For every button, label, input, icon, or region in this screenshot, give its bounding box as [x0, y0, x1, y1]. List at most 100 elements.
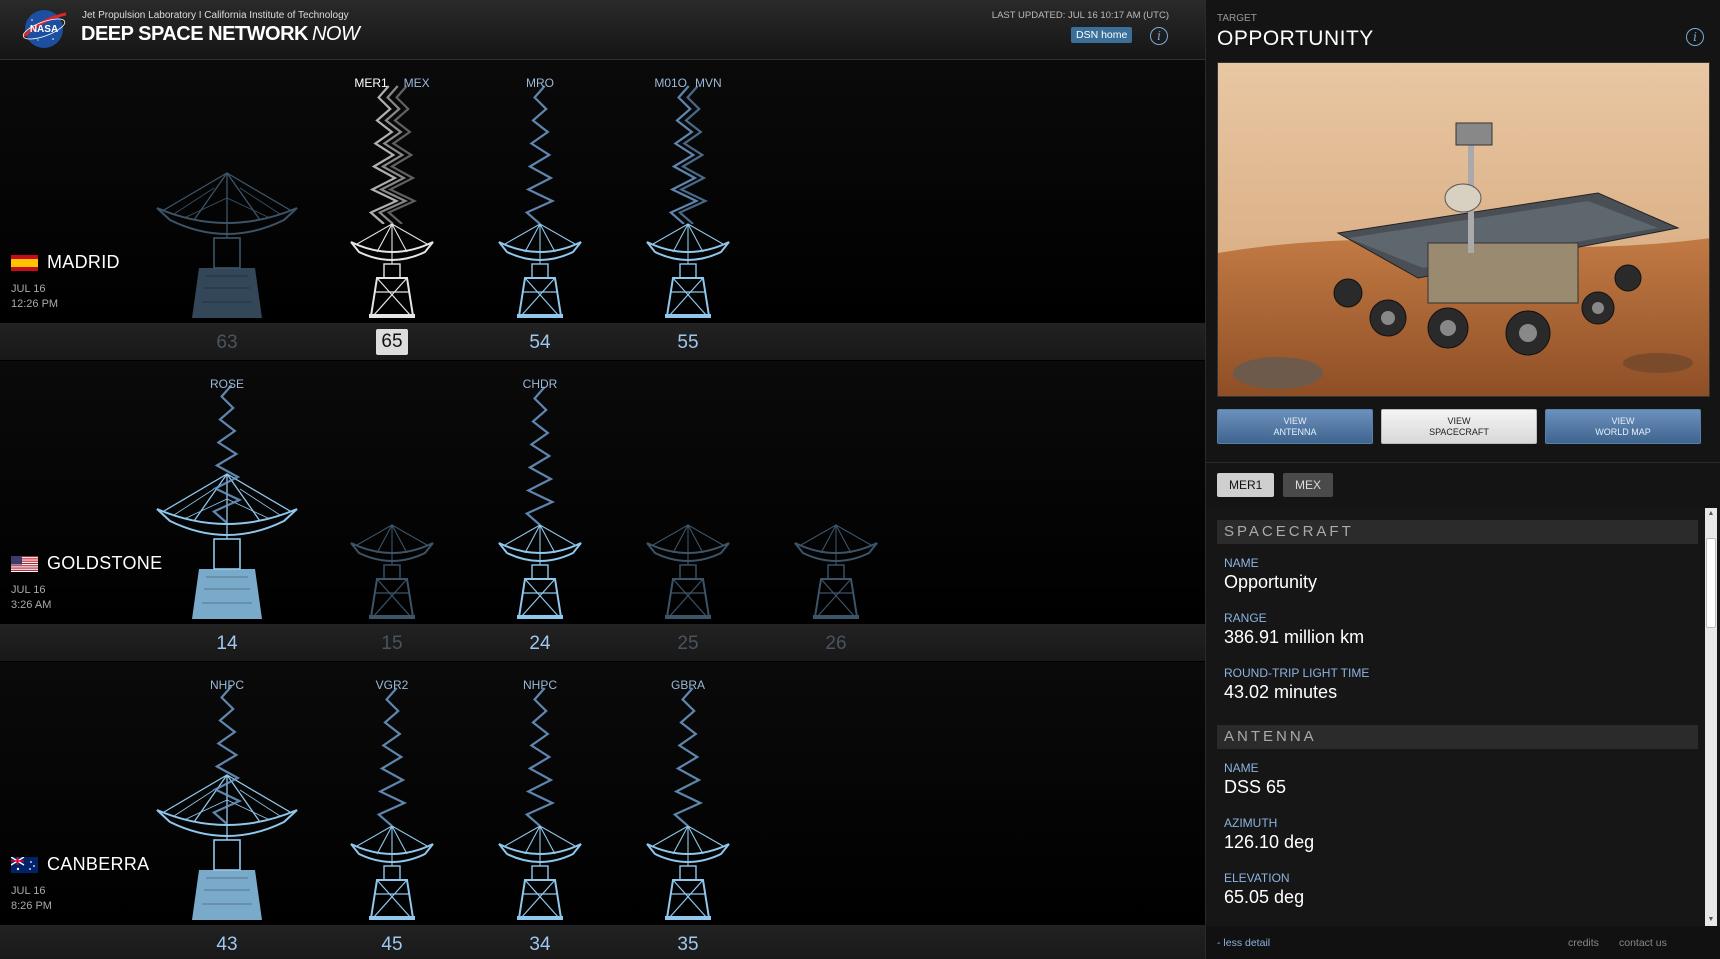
dish-target-label[interactable]: VGR2	[376, 678, 409, 692]
dsn-now-app: NASA Jet Propulsion Laboratory I Califor…	[0, 0, 1720, 959]
detail-panel: TARGET OPPORTUNITY i VIEW ANTENNA VIEW S…	[1205, 0, 1720, 959]
dish-target-label[interactable]: NHPC	[210, 678, 244, 692]
signal-wave-icon	[524, 85, 556, 224]
target-m01o[interactable]: M01O	[654, 76, 687, 90]
less-detail-link[interactable]: - less detail	[1217, 937, 1270, 949]
detail-scroll-area[interactable]: SPACECRAFT NAME Opportunity RANGE 386.91…	[1206, 508, 1720, 926]
rtlt-label: ROUND-TRIP LIGHT TIME	[1224, 666, 1370, 680]
last-updated: LAST UPDATED: JUL 16 10:17 AM (UTC)	[991, 10, 1169, 21]
target-mvn[interactable]: MVN	[695, 76, 722, 90]
complex-time: 8:26 PM	[11, 900, 52, 912]
view-antenna-button[interactable]: VIEW ANTENNA	[1217, 409, 1373, 444]
target-mer1[interactable]: MER1	[354, 76, 387, 90]
dish-number-43[interactable]: 43	[207, 934, 247, 956]
scrollbar[interactable]: ▲ ▼	[1705, 508, 1717, 926]
nasa-logo[interactable]: NASA	[20, 6, 70, 50]
complex-time: 12:26 PM	[11, 298, 59, 310]
signal-wave-icon	[211, 685, 243, 824]
info-icon[interactable]: i	[1686, 28, 1704, 46]
dish-target-label[interactable]: ROSE	[210, 377, 244, 391]
view-world-map-button[interactable]: VIEW WORLD MAP	[1545, 409, 1701, 444]
dish-number-54[interactable]: 54	[520, 332, 560, 354]
target-gbra[interactable]: GBRA	[671, 678, 705, 692]
tab-mer1[interactable]: MER1	[1217, 473, 1275, 497]
signal-wave-icon	[672, 687, 704, 826]
target-nhpc[interactable]: NHPC	[523, 678, 557, 692]
dish-target-label[interactable]: GBRA	[671, 678, 705, 692]
antenna-dish-25-icon[interactable]	[645, 523, 731, 619]
target-vgr2[interactable]: VGR2	[376, 678, 409, 692]
dish-number-65[interactable]: 65	[376, 329, 408, 355]
complex-date: JUL 16	[11, 885, 46, 897]
dish-target-label[interactable]: M01O MVN	[654, 76, 721, 90]
australia-flag-icon	[11, 857, 38, 873]
signal-wave-icon	[376, 687, 408, 826]
view-button-line1: VIEW	[1611, 416, 1635, 426]
target-nhpc[interactable]: NHPC	[210, 678, 244, 692]
dish-number-25[interactable]: 25	[668, 633, 708, 655]
dish-number-15[interactable]: 15	[372, 633, 412, 655]
title-main: DEEP SPACE NETWORK	[81, 23, 308, 45]
antenna-dish-55-icon[interactable]	[645, 222, 731, 318]
dish-number-26[interactable]: 26	[816, 633, 856, 655]
usa-flag-icon	[11, 556, 38, 572]
target-name: OPPORTUNITY	[1217, 27, 1374, 50]
antenna-dish-35-icon[interactable]	[645, 824, 731, 920]
view-spacecraft-button[interactable]: VIEW SPACECRAFT	[1381, 409, 1537, 444]
antenna-dish-34-icon[interactable]	[497, 824, 583, 920]
dsn-home-button[interactable]: DSN home	[1071, 27, 1133, 43]
dish-number-bar: 63 65 54 55	[0, 323, 1205, 360]
elevation-label: ELEVATION	[1224, 871, 1290, 885]
scroll-up-arrow-icon[interactable]: ▲	[1705, 508, 1717, 520]
antenna-dish-26-icon[interactable]	[793, 523, 879, 619]
azimuth-label: AZIMUTH	[1224, 816, 1278, 830]
dish-number-35[interactable]: 35	[668, 934, 708, 956]
antenna-name-label: NAME	[1224, 761, 1259, 775]
complex-date: JUL 16	[11, 584, 46, 596]
scroll-down-arrow-icon[interactable]: ▼	[1705, 914, 1717, 926]
dish-target-label[interactable]: MRO	[526, 76, 554, 90]
dish-number-45[interactable]: 45	[372, 934, 412, 956]
tab-mex[interactable]: MEX	[1283, 473, 1334, 497]
target-mro[interactable]: MRO	[526, 76, 554, 90]
antenna-dish-45-icon[interactable]	[349, 824, 435, 920]
dish-number-24[interactable]: 24	[520, 633, 560, 655]
signal-wave-icon	[668, 85, 709, 224]
page-title[interactable]: DEEP SPACE NETWORK NOW	[81, 23, 360, 46]
divider	[1206, 462, 1720, 463]
complex-date: JUL 16	[11, 283, 46, 295]
antenna-dish-65-icon[interactable]	[349, 222, 435, 318]
dish-number-55[interactable]: 55	[668, 332, 708, 354]
complex-canberra: CANBERRA JUL 16 8:26 PM 43 45 34 35 NHPC VGR2 NHP…	[0, 662, 1205, 959]
view-button-line2: ANTENNA	[1273, 427, 1317, 437]
complex-name: CANBERRA	[47, 854, 150, 874]
info-icon[interactable]: i	[1150, 27, 1168, 45]
signal-wave-icon	[524, 386, 556, 525]
target-mex[interactable]: MEX	[404, 76, 430, 90]
scroll-thumb[interactable]	[1706, 538, 1716, 628]
antenna-dish-24-icon[interactable]	[497, 523, 583, 619]
credits-link[interactable]: credits	[1568, 937, 1599, 949]
target-chdr[interactable]: CHDR	[523, 377, 558, 391]
range-value: 386.91 million km	[1224, 627, 1365, 647]
panel-footer: - less detail credits contact us	[1206, 926, 1720, 959]
dish-target-label[interactable]: NHPC	[523, 678, 557, 692]
dish-number-63[interactable]: 63	[207, 332, 247, 354]
contact-link[interactable]: contact us	[1619, 937, 1667, 949]
view-button-line1: VIEW	[1283, 416, 1307, 426]
antenna-dish-63-icon[interactable]	[154, 168, 300, 318]
svg-text:NASA: NASA	[30, 24, 58, 35]
antenna-dish-54-icon[interactable]	[497, 222, 583, 318]
dish-target-label[interactable]: MER1 MEX	[354, 76, 429, 90]
dish-number-bar: 43 45 34 35	[0, 925, 1205, 959]
dish-number-14[interactable]: 14	[207, 633, 247, 655]
dish-number-34[interactable]: 34	[520, 934, 560, 956]
dish-target-label[interactable]: CHDR	[523, 377, 558, 391]
antenna-heading: ANTENNA	[1217, 725, 1698, 749]
target-rose[interactable]: ROSE	[210, 377, 244, 391]
view-button-line2: WORLD MAP	[1595, 427, 1651, 437]
title-now: NOW	[311, 23, 360, 45]
header: NASA Jet Propulsion Laboratory I Califor…	[0, 0, 1205, 60]
organization-line: Jet Propulsion Laboratory I California I…	[82, 10, 349, 21]
antenna-dish-15-icon[interactable]	[349, 523, 435, 619]
